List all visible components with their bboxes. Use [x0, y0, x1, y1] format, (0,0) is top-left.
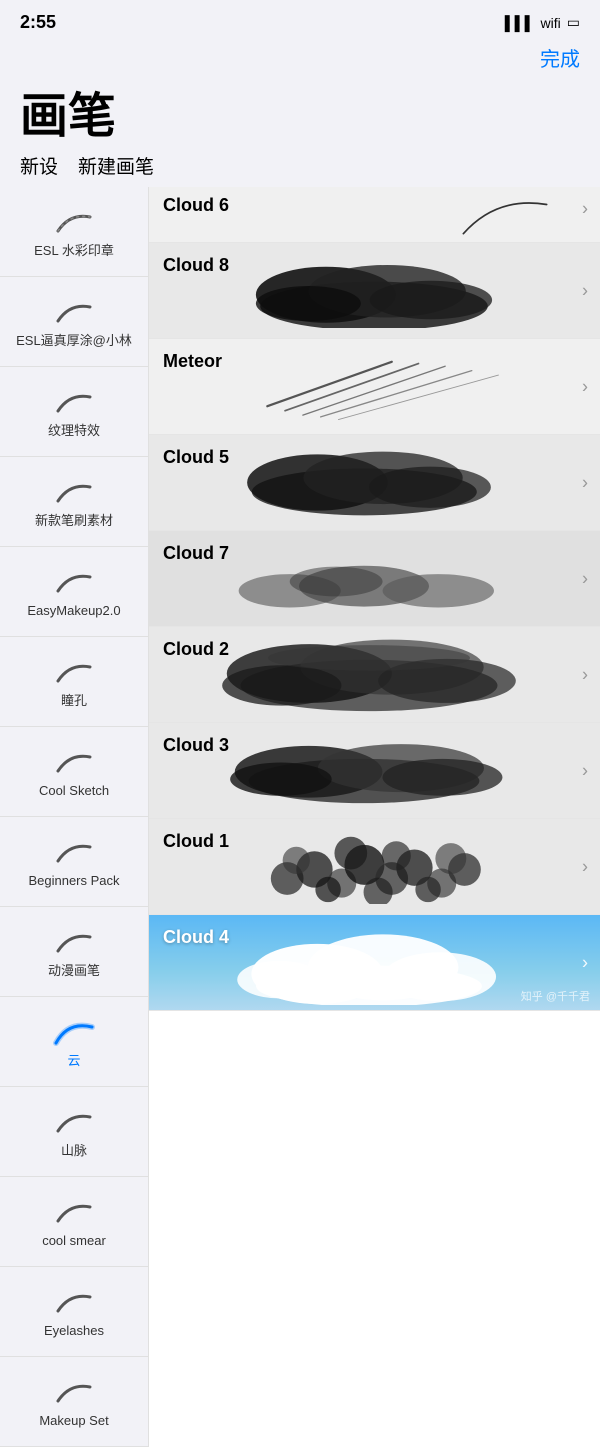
sidebar-item-easymakeup[interactable]: EasyMakeup2.0	[0, 547, 148, 637]
chevron-icon: ›	[582, 664, 588, 685]
sidebar-label-cool-smear: cool smear	[42, 1233, 106, 1250]
sidebar-item-esl-thick[interactable]: ESL逼真厚涂@小林	[0, 277, 148, 367]
brush-stroke-icon	[50, 203, 98, 239]
cloud5-preview	[209, 445, 529, 520]
cloud8-preview	[209, 258, 539, 328]
new-brush-button[interactable]: 新建画笔	[78, 152, 154, 179]
brush-row-cloud4[interactable]: Cloud 4 › 知乎 @千千君	[149, 915, 600, 1011]
sidebar-label-cloud: 云	[67, 1053, 80, 1070]
brush-stroke-icon	[50, 1283, 98, 1319]
chevron-icon: ›	[582, 376, 588, 397]
brush-stroke-icon	[50, 653, 98, 689]
signal-icon: ▌▌▌	[505, 15, 535, 31]
brush-name-cloud4: Cloud 4	[163, 927, 229, 948]
brush-name-cloud8: Cloud 8	[163, 255, 229, 276]
sidebar-item-makeup-set[interactable]: Makeup Set	[0, 1357, 148, 1447]
sidebar-label-texture: 纹理特效	[48, 423, 100, 440]
battery-icon: ▭	[567, 14, 580, 31]
sidebar-label-makeup-set: Makeup Set	[39, 1413, 108, 1430]
brush-stroke-icon-cloud	[50, 1013, 98, 1049]
sidebar-label-easymakeup: EasyMakeup2.0	[27, 603, 120, 620]
chevron-icon: ›	[582, 856, 588, 877]
brush-name-cloud1: Cloud 1	[163, 831, 229, 852]
cloud7-preview	[209, 549, 519, 614]
sidebar-item-anime-pen[interactable]: 动漫画笔	[0, 907, 148, 997]
cloud6-preview	[390, 192, 570, 242]
brush-row-cloud5[interactable]: Cloud 5 ›	[149, 435, 600, 531]
meteor-preview	[199, 344, 549, 424]
sidebar-label-eyelashes: Eyelashes	[44, 1323, 104, 1340]
watermark: 知乎 @千千君	[521, 988, 590, 1004]
chevron-icon: ›	[582, 280, 588, 301]
new-set-button[interactable]: 新设	[20, 152, 58, 179]
status-icons: ▌▌▌ wifi ▭	[505, 14, 580, 31]
cloud1-preview	[204, 824, 534, 904]
brush-name-cloud6: Cloud 6	[163, 195, 229, 216]
action-row: 新设 新建画笔	[0, 148, 600, 187]
brush-stroke-icon	[50, 563, 98, 599]
done-button[interactable]: 完成	[540, 43, 580, 72]
sidebar-item-cool-sketch[interactable]: Cool Sketch	[0, 727, 148, 817]
brush-row-cloud7[interactable]: Cloud 7 ›	[149, 531, 600, 627]
header: 完成	[0, 39, 600, 72]
chevron-icon: ›	[582, 760, 588, 781]
brush-stroke-icon	[50, 923, 98, 959]
brush-stroke-icon	[50, 1373, 98, 1409]
chevron-icon: ›	[582, 472, 588, 493]
sidebar-label-new-brush: 新款笔刷素材	[35, 513, 113, 530]
brush-row-meteor[interactable]: Meteor ›	[149, 339, 600, 435]
sidebar-item-pupil[interactable]: 瞳孔	[0, 637, 148, 727]
brush-stroke-icon	[50, 293, 98, 329]
page-title: 画笔	[20, 76, 580, 146]
brush-list: Cloud 6 › Cloud 8 ›	[148, 187, 600, 1447]
sidebar-item-texture[interactable]: 纹理特效	[0, 367, 148, 457]
main-content: ESL 水彩印章 ESL逼真厚涂@小林 纹理特效 新款笔刷素材 EasyMake	[0, 187, 600, 1447]
brush-stroke-icon	[50, 1103, 98, 1139]
brush-stroke-icon	[50, 1193, 98, 1229]
sidebar-label-esl-watercolor: ESL 水彩印章	[34, 243, 114, 260]
sidebar-item-eyelashes[interactable]: Eyelashes	[0, 1267, 148, 1357]
brush-stroke-icon	[50, 833, 98, 869]
brush-stroke-icon	[50, 383, 98, 419]
brush-stroke-icon	[50, 743, 98, 779]
sidebar-item-beginners-pack[interactable]: Beginners Pack	[0, 817, 148, 907]
brush-name-meteor: Meteor	[163, 351, 222, 372]
sidebar-label-esl-thick: ESL逼真厚涂@小林	[16, 333, 132, 350]
brush-row-cloud3[interactable]: Cloud 3 ›	[149, 723, 600, 819]
brush-name-cloud7: Cloud 7	[163, 543, 229, 564]
sidebar-item-mountain[interactable]: 山脉	[0, 1087, 148, 1177]
cloud2-preview	[199, 635, 539, 713]
sidebar: ESL 水彩印章 ESL逼真厚涂@小林 纹理特效 新款笔刷素材 EasyMake	[0, 187, 148, 1447]
status-time: 2:55	[20, 12, 56, 33]
cloud3-preview	[209, 733, 519, 805]
chevron-icon: ›	[582, 568, 588, 589]
sidebar-label-anime-pen: 动漫画笔	[48, 963, 100, 980]
sidebar-item-cool-smear[interactable]: cool smear	[0, 1177, 148, 1267]
brush-name-cloud5: Cloud 5	[163, 447, 229, 468]
brush-name-cloud3: Cloud 3	[163, 735, 229, 756]
chevron-icon: ›	[582, 952, 588, 973]
sidebar-item-esl-watercolor[interactable]: ESL 水彩印章	[0, 187, 148, 277]
status-bar: 2:55 ▌▌▌ wifi ▭	[0, 0, 600, 39]
sidebar-label-pupil: 瞳孔	[61, 693, 87, 710]
sidebar-label-mountain: 山脉	[61, 1143, 87, 1160]
chevron-icon: ›	[582, 199, 588, 220]
sidebar-label-beginners-pack: Beginners Pack	[28, 873, 119, 890]
brush-stroke-icon	[50, 473, 98, 509]
cloud4-preview	[229, 925, 509, 1005]
brush-row-cloud2[interactable]: Cloud 2 ›	[149, 627, 600, 723]
brush-row-cloud8[interactable]: Cloud 8 ›	[149, 243, 600, 339]
wifi-icon: wifi	[541, 15, 561, 31]
sidebar-label-cool-sketch: Cool Sketch	[39, 783, 109, 800]
sidebar-item-cloud[interactable]: 云	[0, 997, 148, 1087]
brush-row-cloud6[interactable]: Cloud 6 ›	[149, 187, 600, 243]
sidebar-item-new-brush[interactable]: 新款笔刷素材	[0, 457, 148, 547]
brush-name-cloud2: Cloud 2	[163, 639, 229, 660]
page-title-section: 画笔	[0, 72, 600, 148]
brush-row-cloud1[interactable]: Cloud 1	[149, 819, 600, 915]
